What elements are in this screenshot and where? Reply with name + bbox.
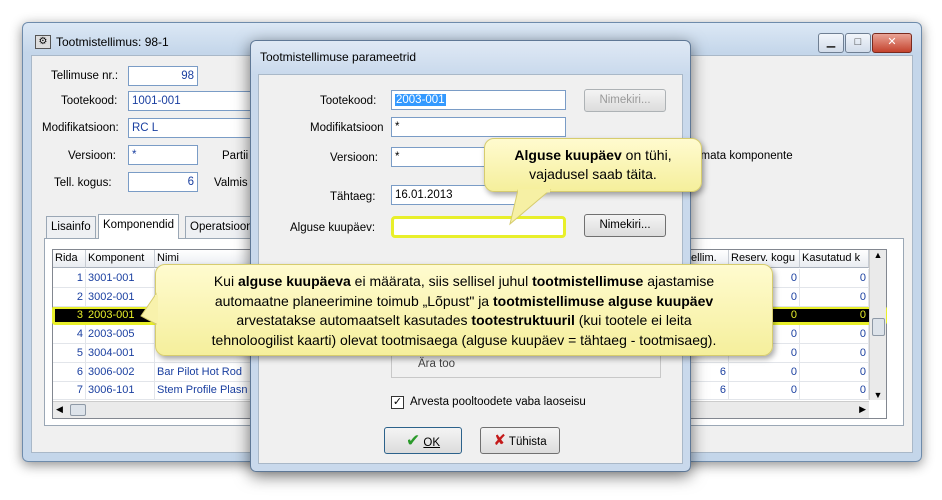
cb-p2: ei määrata, siis sellisel juhul <box>350 273 533 289</box>
start-date-label: Alguse kuupäev: <box>290 222 376 234</box>
ok-button[interactable]: ✔ OK <box>384 427 462 454</box>
dlg-version-label: Versioon: <box>330 152 378 164</box>
cell-kasutatud[interactable]: 0 <box>800 306 869 325</box>
order-nr-field[interactable]: 98 <box>128 66 198 86</box>
cell-reserv[interactable]: 0 <box>729 362 800 382</box>
ok-button-label: OK <box>423 437 441 449</box>
callout-top-bold: Alguse kuupäev <box>514 147 622 163</box>
grid-header-kasutatud[interactable]: Kasutatud k <box>800 250 869 268</box>
cancel-x-icon: ✘ <box>493 432 506 449</box>
scroll-down-icon[interactable]: ▼ <box>870 390 886 400</box>
cell-reserv[interactable]: 0 <box>729 381 800 401</box>
cell-rida[interactable]: 4 <box>53 325 86 345</box>
scroll-thumb[interactable] <box>872 318 885 336</box>
cell-rida[interactable]: 6 <box>53 362 86 382</box>
modification-label: Modifikatsioon: <box>42 122 119 134</box>
cancel-button-label: Tühista <box>508 436 547 448</box>
app-icon: ⚙ <box>35 35 51 49</box>
product-code-label: Tootekood: <box>61 95 118 107</box>
cell-rida[interactable]: 5 <box>53 343 86 363</box>
cell-kasutatud[interactable]: 0 <box>800 269 869 288</box>
main-window-title: Tootmistellimus: 98-1 <box>56 35 169 49</box>
done-label: Valmis <box>214 177 248 189</box>
version-field[interactable]: * <box>128 145 198 165</box>
dlg-product-code-value: 2003-001 <box>395 94 446 106</box>
cell-rida[interactable]: 2 <box>53 287 86 307</box>
close-button[interactable]: ✕ <box>872 33 912 53</box>
grid-vscrollbar[interactable]: ▲ ▼ <box>869 250 886 400</box>
cb-b2: tootmistellimuse <box>532 273 644 289</box>
callout-top-pointer <box>509 189 552 226</box>
cb-p7: tehnoloogilist kaarti) olevat tootmisaeg… <box>211 331 717 348</box>
list-button-3[interactable]: Nimekiri... <box>584 214 666 237</box>
cell-tellim[interactable]: 6 <box>686 381 729 401</box>
cb-p6: (kui tootele ei leita <box>574 312 692 328</box>
dlg-modification-field[interactable]: * <box>391 117 566 137</box>
checkmark-icon: ✔ <box>405 431 421 450</box>
cancel-button[interactable]: ✘ Tühista <box>480 427 560 454</box>
cb-p5: arvestatakse automaatselt kasutades <box>236 312 472 328</box>
batch-label: Partii <box>222 150 249 162</box>
cell-rida[interactable]: 7 <box>53 381 86 401</box>
grid-header-komponent[interactable]: Komponent <box>86 250 155 268</box>
scroll-left-icon[interactable]: ◀ <box>56 404 63 415</box>
cell-rida[interactable]: 1 <box>53 269 86 288</box>
tab-operatsioon[interactable]: Operatsioon <box>185 216 258 238</box>
due-date-label: Tähtaeg: <box>330 191 376 203</box>
scroll-right-icon[interactable]: ▶ <box>859 404 866 415</box>
dlg-modification-label: Modifikatsioon <box>310 122 384 134</box>
cell-tellim[interactable]: 6 <box>686 362 729 382</box>
cell-kasutatud[interactable]: 0 <box>800 287 869 307</box>
cell-komponent[interactable]: 3006-101 <box>86 381 155 401</box>
callout-top-line2: vajadusel saab täita. <box>529 166 657 182</box>
cell-rida[interactable]: 3 <box>53 306 86 325</box>
cb-b3: tootmistellimuse alguse kuupäev <box>492 292 714 309</box>
tab-komponendid[interactable]: Komponendid <box>98 214 179 239</box>
cb-p4: automaatne planeerimine toimub „Lõpust" … <box>214 292 493 309</box>
callout-top: Alguse kuupäev on tühi, vajadusel saab t… <box>484 138 702 192</box>
cb-p1: Kui <box>213 273 238 289</box>
cb-b1: alguse kuupäeva <box>237 273 351 289</box>
list-button-1[interactable]: Nimekiri... <box>584 89 666 112</box>
components-note-label: imata komponente <box>698 150 793 162</box>
cb-b4: tootestruktuuril <box>471 312 575 328</box>
cell-komponent[interactable]: 3001-001 <box>86 269 155 288</box>
pooltoodete-checkbox-label: Arvesta pooltoodete vaba laoseisu <box>410 396 586 408</box>
quantity-field[interactable]: 6 <box>128 172 198 192</box>
quantity-label: Tell. kogus: <box>54 177 112 189</box>
version-label: Versioon: <box>68 150 116 162</box>
cell-kasutatud[interactable]: 0 <box>800 362 869 382</box>
dlg-version-field[interactable]: * <box>391 147 491 167</box>
pooltoodete-checkbox[interactable]: ✓ <box>391 396 404 409</box>
grid-header-rida[interactable]: Rida <box>53 250 86 268</box>
dlg-product-code-field[interactable]: 2003-001 <box>391 90 566 110</box>
cell-komponent[interactable]: 3004-001 <box>86 343 155 363</box>
scroll-up-icon[interactable]: ▲ <box>870 250 886 260</box>
dlg-product-code-label: Tootekood: <box>320 95 377 107</box>
cell-komponent[interactable]: 3006-002 <box>86 362 155 382</box>
maximize-button[interactable]: □ <box>845 33 871 53</box>
cell-kasutatud[interactable]: 0 <box>800 325 869 345</box>
order-nr-label: Tellimuse nr.: <box>51 70 119 82</box>
dialog-title: Tootmistellimuse parameetrid <box>260 50 417 64</box>
cb-p3: ajastamise <box>643 273 715 289</box>
cell-kasutatud[interactable]: 0 <box>800 343 869 363</box>
hscroll-thumb[interactable] <box>70 404 86 416</box>
modification-field[interactable]: RC L <box>128 118 253 138</box>
callout-bottom-pointer <box>140 292 158 325</box>
minimize-button[interactable]: ▁ <box>818 33 844 53</box>
product-code-field[interactable]: 1001-001 <box>128 91 253 111</box>
cell-kasutatud[interactable]: 0 <box>800 381 869 401</box>
callout-top-text1: on tühi, <box>621 147 672 163</box>
tab-lisainfo[interactable]: Lisainfo <box>46 216 96 238</box>
callout-bottom: Kui alguse kuupäeva ei määrata, siis sel… <box>155 264 773 356</box>
radio-partial-label: Ära too <box>418 358 456 370</box>
